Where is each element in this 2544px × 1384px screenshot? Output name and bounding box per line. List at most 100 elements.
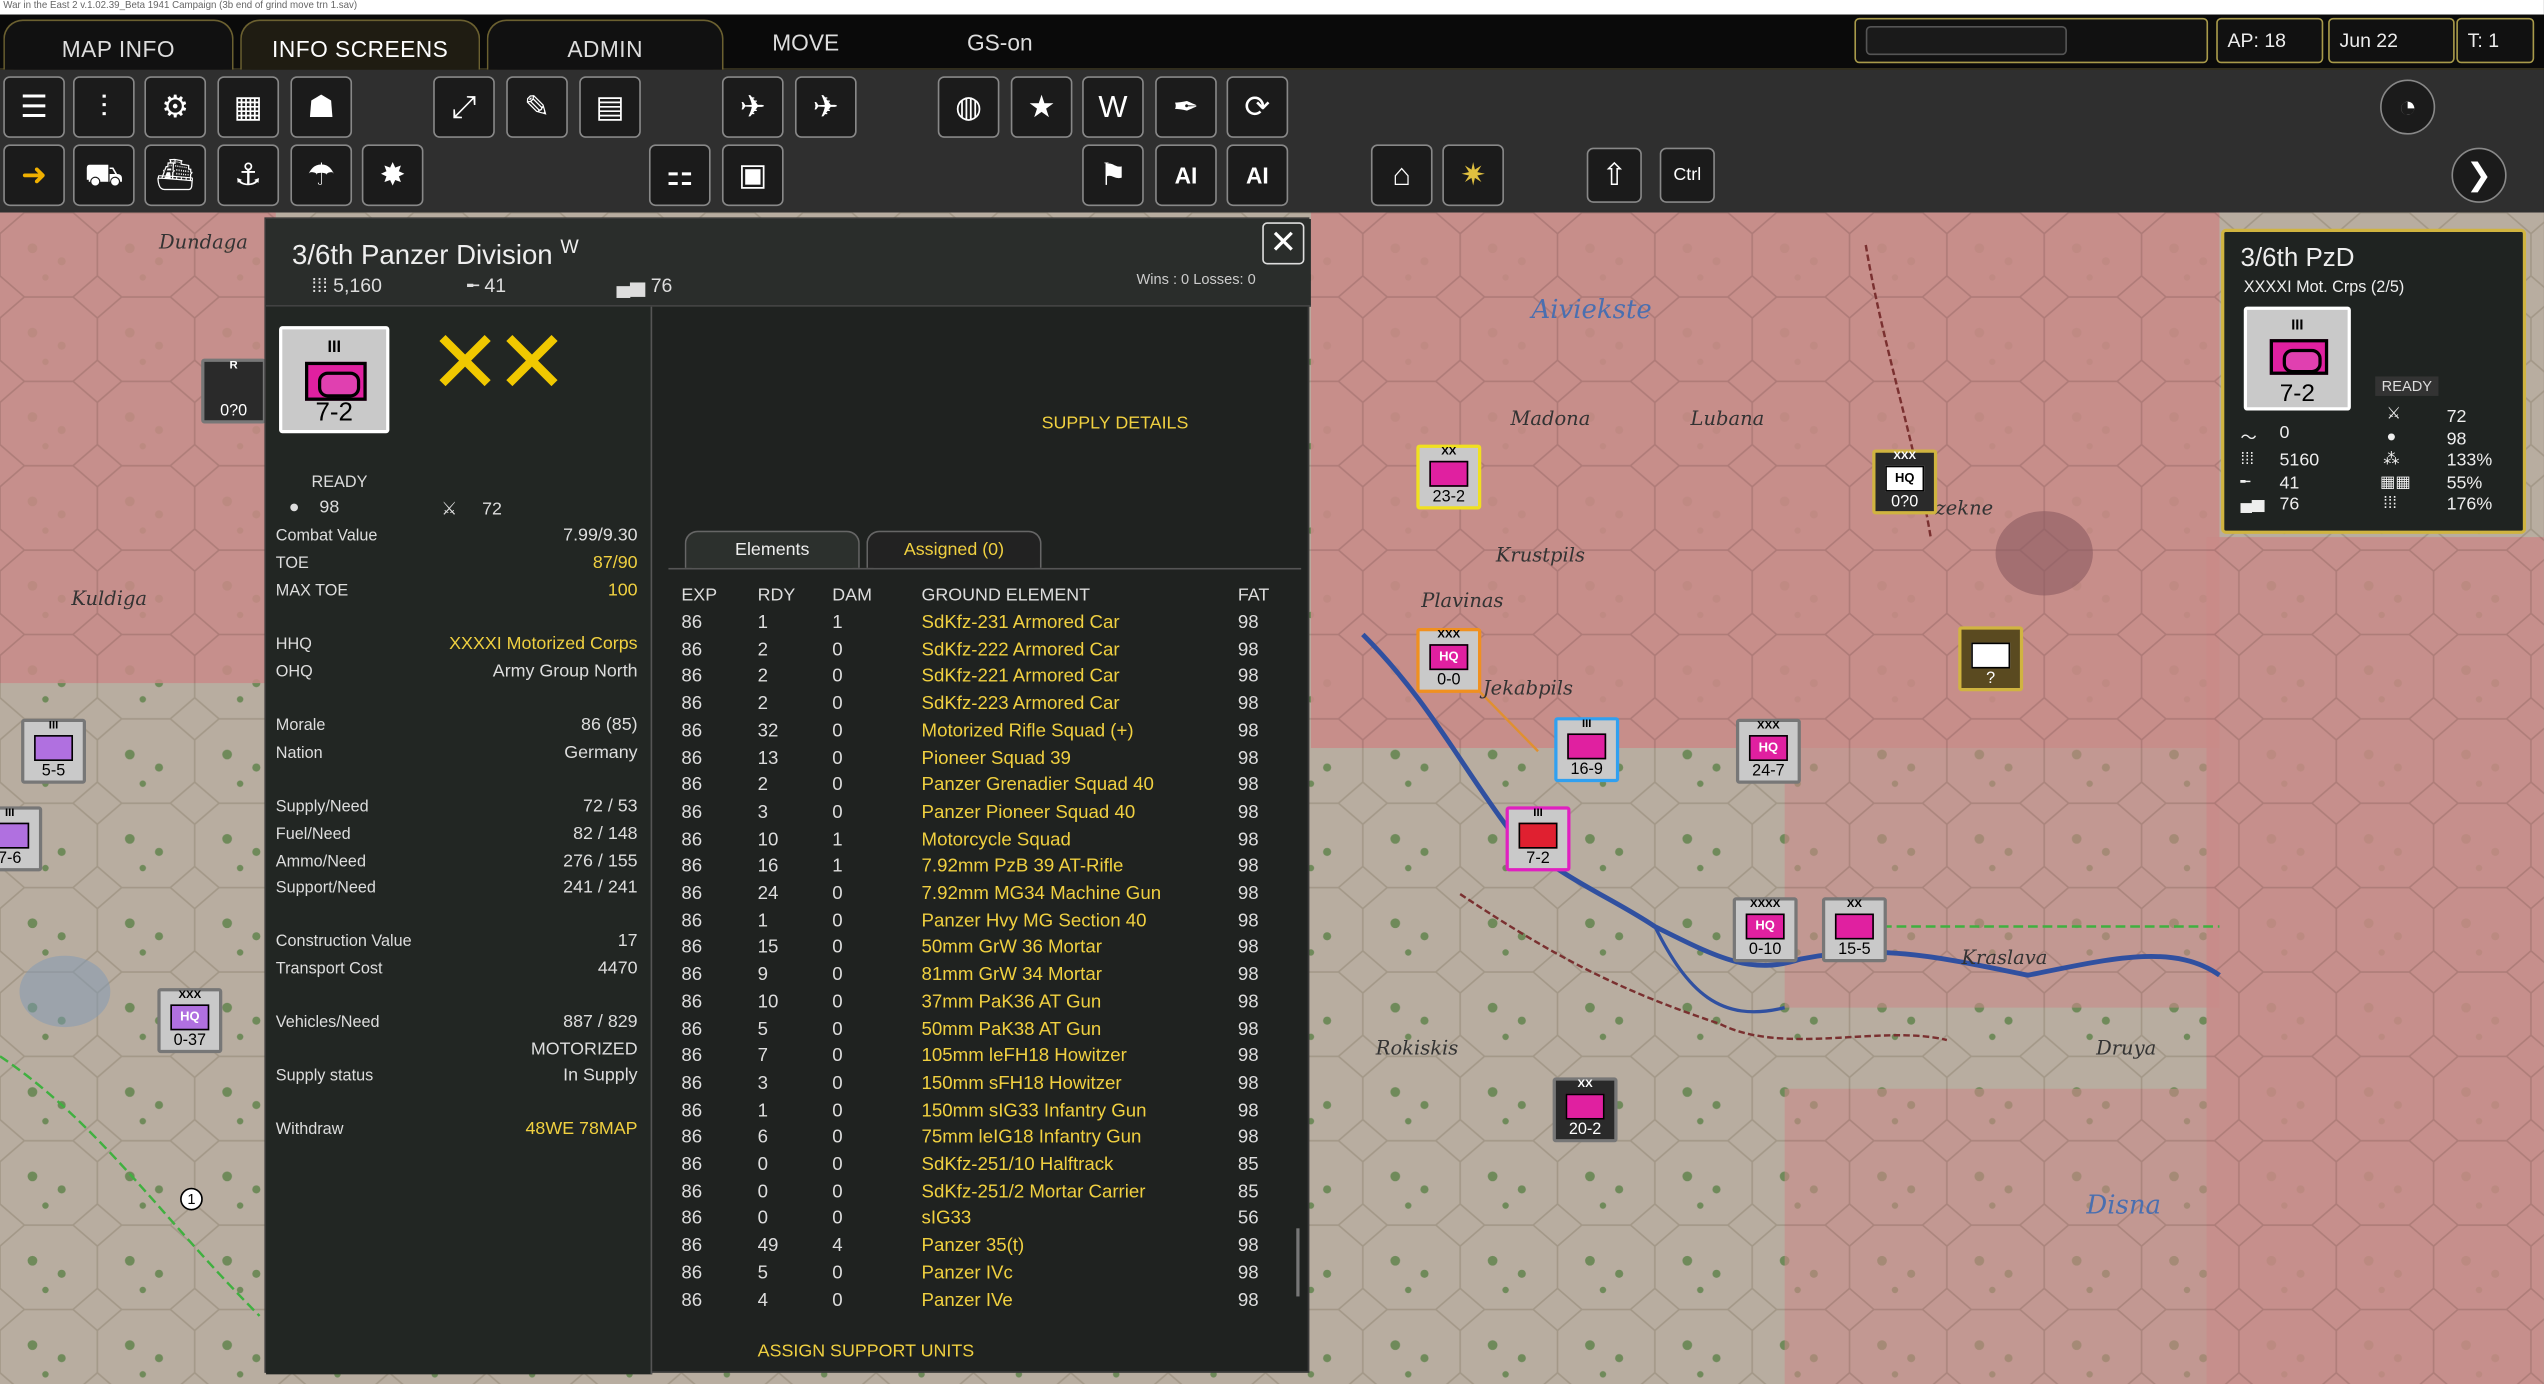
ctrl-button[interactable]: Ctrl	[1659, 147, 1715, 203]
orders-button[interactable]: ✎	[506, 76, 568, 138]
up-arrow-icon: ⇧	[1601, 158, 1628, 193]
table-row[interactable]: 86 6 0 75mm leIG18 Infantry Gun 98	[652, 1128, 1301, 1154]
cell-dam: 0	[832, 1155, 843, 1175]
close-button[interactable]: ✕	[1262, 222, 1305, 265]
unit-counter[interactable]: III 5-5	[21, 718, 86, 784]
cell-fat: 98	[1237, 1101, 1259, 1121]
table-row[interactable]: 86 32 0 Motorized Rifle Squad (+) 98	[652, 722, 1301, 748]
settings-button[interactable]: ⚙	[144, 76, 207, 138]
ai-air-button[interactable]: AI	[1226, 144, 1289, 207]
move-button[interactable]: ➜	[3, 144, 65, 207]
table-row[interactable]: 86 9 0 81mm GrW 34 Mortar 98	[652, 966, 1301, 992]
selected-unit-counter[interactable]: III 7-2	[1505, 806, 1571, 872]
table-row[interactable]: 86 1 0 150mm sIG33 Infantry Gun 98	[652, 1101, 1301, 1127]
clock-button[interactable]: ◔	[2380, 79, 2436, 135]
table-row[interactable]: 86 0 0 SdKfz-251/2 Mortar Carrier 85	[652, 1182, 1301, 1208]
tab-admin[interactable]: ADMIN	[486, 19, 724, 70]
unit-counter[interactable]: III 16-9	[1554, 717, 1620, 783]
table-row[interactable]: 86 24 0 7.92mm MG34 Machine Gun 98	[652, 884, 1301, 910]
table-row[interactable]: 86 3 0 Panzer Pioneer Squad 40 98	[652, 803, 1301, 829]
table-row[interactable]: 86 16 1 7.92mm PzB 39 AT-Rifle 98	[652, 857, 1301, 883]
unit-counter-large[interactable]: III 7-2	[279, 326, 390, 434]
unit-summary-card[interactable]: 3/6th PzD XXXXI Mot. Crps (2/5) III 7-2 …	[2221, 228, 2527, 534]
table-row[interactable]: 86 5 0 Panzer IVc 98	[652, 1264, 1301, 1290]
scrollbar[interactable]	[1296, 1228, 1300, 1297]
table-row[interactable]: 86 15 0 50mm GrW 36 Mortar 98	[652, 938, 1301, 964]
table-row[interactable]: 86 13 0 Pioneer Squad 39 98	[652, 749, 1301, 775]
toolbar: ☰ ⫶ ⚙ ▦ ☗ ⤢ ✎ ▤ ✈ ✈ ◍ ★ W ✒ ⟳ ◔ ➜ ⛟ ⛴ ⚓ …	[0, 69, 2544, 213]
ai-button[interactable]: AI	[1155, 144, 1217, 207]
row-label: Transport Cost	[275, 960, 383, 979]
cell-dam: 0	[832, 884, 843, 904]
air-unit-button[interactable]: ✈	[794, 76, 857, 138]
victory-button[interactable]: ★	[1010, 76, 1073, 138]
unknown-unit-counter[interactable]: ?	[1958, 626, 2024, 692]
table-row[interactable]: 86 10 1 Motorcycle Squad 98	[652, 830, 1301, 856]
unit-counter[interactable]: XXX HQ 0?0	[1872, 449, 1938, 515]
up-arrow-button[interactable]: ⇧	[1586, 147, 1642, 203]
card-unit-counter[interactable]: III 7-2	[2243, 306, 2351, 411]
cell-fat: 56	[1237, 1209, 1259, 1229]
bombard-button[interactable]: ✷	[1442, 144, 1504, 207]
table-row[interactable]: 86 7 0 105mm leFH18 Howitzer 98	[652, 1047, 1301, 1073]
table-row[interactable]: 86 0 0 SdKfz-251/10 Halftrack 85	[652, 1155, 1301, 1181]
cell-exp: 86	[681, 803, 703, 823]
group-button[interactable]: ⚏	[648, 144, 711, 207]
table-row[interactable]: 86 3 0 150mm sFH18 Howitzer 98	[652, 1074, 1301, 1100]
naval-button[interactable]: ⛴	[144, 144, 207, 207]
globe-button[interactable]: ◍	[937, 76, 1000, 138]
unit-counter[interactable]: R 0?0	[201, 358, 267, 424]
table-row[interactable]: 86 2 0 Panzer Grenadier Squad 40 98	[652, 776, 1301, 802]
frame-button[interactable]: ▣	[721, 144, 784, 207]
airstrike-button[interactable]: ✸	[361, 144, 424, 207]
unit-counter[interactable]: III 7-6	[0, 806, 43, 872]
word-button[interactable]: W	[1082, 76, 1144, 138]
table-row[interactable]: 86 1 0 Panzer Hvy MG Section 40 98	[652, 911, 1301, 937]
chart-button[interactable]: ▦	[217, 76, 280, 138]
pen-button[interactable]: ✒	[1155, 76, 1217, 138]
cell-fat: 98	[1237, 938, 1259, 958]
unit-counter[interactable]: XX 23-2	[1416, 444, 1482, 510]
supply-details-link[interactable]: SUPPLY DETAILS	[1042, 414, 1189, 433]
cell-exp: 86	[681, 1290, 703, 1311]
commander-button[interactable]: ☗	[290, 76, 353, 138]
factory-button[interactable]: ⌂	[1370, 144, 1433, 207]
rail-button[interactable]: ⛟	[73, 144, 135, 207]
table-row[interactable]: 86 0 0 sIG33 56	[652, 1209, 1301, 1235]
table-row[interactable]: 86 2 0 SdKfz-223 Armored Car 98	[652, 695, 1301, 721]
table-row[interactable]: 86 2 0 SdKfz-222 Armored Car 98	[652, 640, 1301, 666]
expand-button[interactable]: ⤢	[433, 76, 495, 138]
sliders-button[interactable]: ⫶	[73, 76, 135, 138]
tab-elements[interactable]: Elements	[684, 530, 860, 568]
paradrop-button[interactable]: ☂	[290, 144, 353, 207]
unit-counter[interactable]: XXX HQ 0-37	[157, 988, 223, 1054]
unit-counter[interactable]: XX 15-5	[1821, 897, 1887, 963]
menu-gs-on[interactable]: GS-on	[967, 29, 1033, 55]
table-row[interactable]: 86 1 1 SdKfz-231 Armored Car 98	[652, 613, 1301, 639]
unit-list-button[interactable]: ☰	[3, 76, 65, 138]
table-row[interactable]: 86 2 0 SdKfz-221 Armored Car 98	[652, 668, 1301, 694]
unit-counter[interactable]: XX 20-2	[1552, 1077, 1618, 1143]
hhq-link[interactable]: XXXXI Motorized Corps	[449, 634, 637, 653]
table-row[interactable]: 86 49 4 Panzer 35(t) 98	[652, 1237, 1301, 1263]
table-row[interactable]: 86 10 0 37mm PaK36 AT Gun 98	[652, 993, 1301, 1019]
unit-counter[interactable]: XXXX HQ 0-10	[1732, 897, 1798, 963]
flag-button[interactable]: ⚑	[1082, 144, 1144, 207]
map-marker[interactable]: 1	[180, 1187, 203, 1211]
tab-assigned[interactable]: Assigned (0)	[866, 530, 1042, 568]
document-button[interactable]: ▤	[579, 76, 641, 138]
unit-counter[interactable]: XXX HQ 0-0	[1416, 627, 1482, 693]
assign-support-units-button[interactable]: ASSIGN SUPPORT UNITS	[758, 1342, 975, 1361]
naval-transport-button[interactable]: ⚓	[217, 144, 280, 207]
refresh-icon: ⟳	[1244, 90, 1271, 125]
table-row[interactable]: 86 4 0 Panzer IVe 98	[652, 1291, 1301, 1317]
tab-map-info[interactable]: MAP INFO	[3, 19, 234, 70]
table-row[interactable]: 86 5 0 50mm PaK38 AT Gun 98	[652, 1020, 1301, 1046]
next-turn-button[interactable]: ❯	[2451, 147, 2507, 203]
refresh-button[interactable]: ⟳	[1226, 76, 1289, 138]
unit-counter[interactable]: XXX HQ 24-7	[1735, 718, 1801, 784]
menu-move[interactable]: MOVE	[772, 29, 839, 55]
tab-info-screens[interactable]: INFO SCREENS	[240, 19, 481, 70]
toe-value: 87/90	[592, 553, 638, 573]
air-base-button[interactable]: ✈	[721, 76, 784, 138]
